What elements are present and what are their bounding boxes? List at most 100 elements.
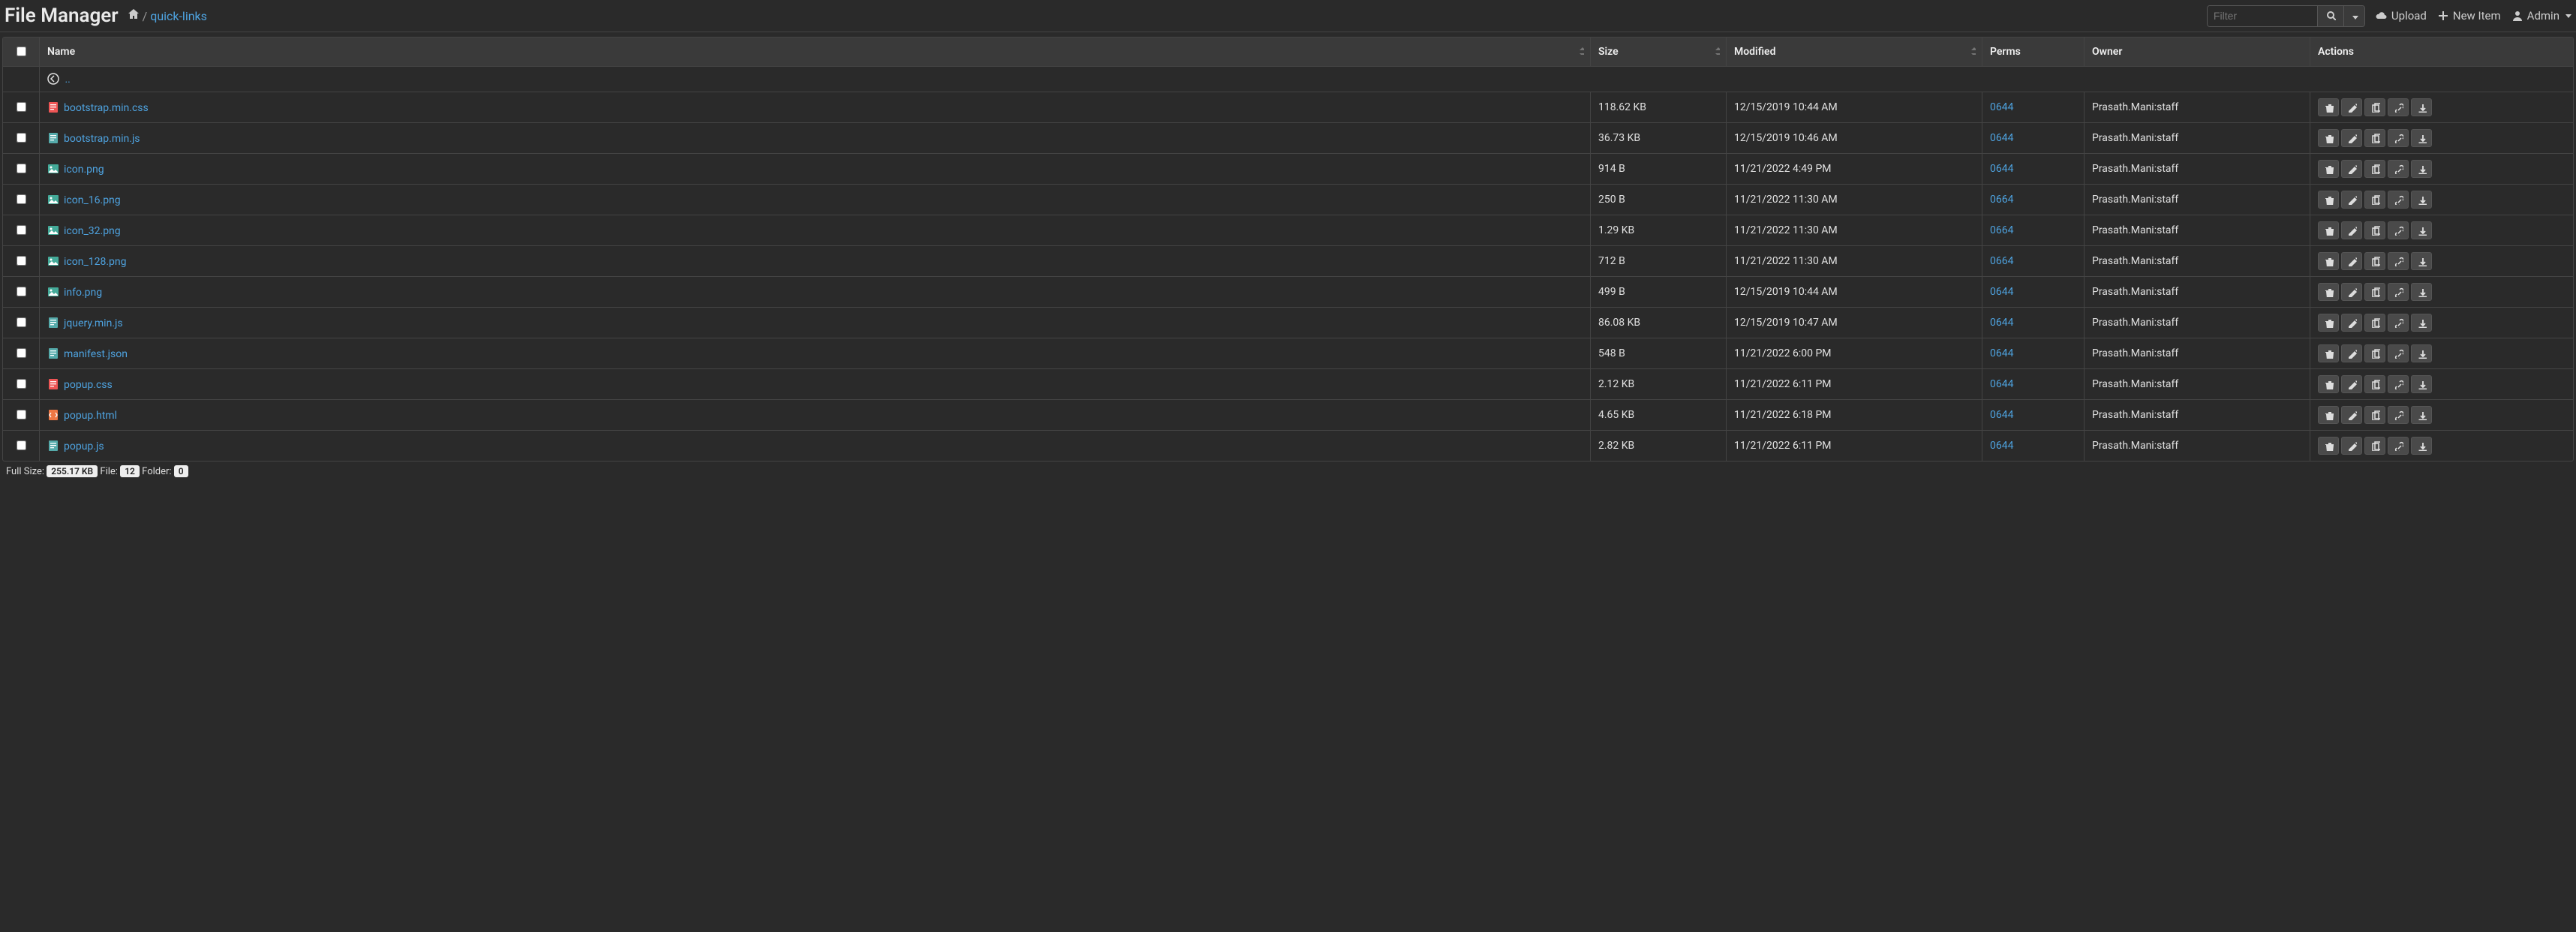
- delete-button[interactable]: [2318, 98, 2339, 116]
- delete-button[interactable]: [2318, 406, 2339, 424]
- rename-button[interactable]: [2341, 406, 2362, 424]
- copy-button[interactable]: [2364, 98, 2385, 116]
- delete-button[interactable]: [2318, 221, 2339, 239]
- file-perms[interactable]: 0644: [1990, 440, 2013, 452]
- row-checkbox[interactable]: [17, 317, 26, 327]
- search-input[interactable]: [2208, 6, 2317, 26]
- file-perms[interactable]: 0644: [1990, 347, 2013, 359]
- link-button[interactable]: [2388, 98, 2409, 116]
- delete-button[interactable]: [2318, 252, 2339, 270]
- file-link[interactable]: bootstrap.min.js: [64, 133, 140, 145]
- download-button[interactable]: [2411, 344, 2432, 362]
- file-perms[interactable]: 0644: [1990, 101, 2013, 113]
- file-perms[interactable]: 0644: [1990, 409, 2013, 421]
- link-button[interactable]: [2388, 252, 2409, 270]
- row-checkbox[interactable]: [17, 379, 26, 389]
- search-dropdown-toggle[interactable]: [2343, 6, 2364, 26]
- rename-button[interactable]: [2341, 437, 2362, 455]
- col-modified[interactable]: Modified: [1727, 38, 1982, 67]
- delete-button[interactable]: [2318, 191, 2339, 209]
- rename-button[interactable]: [2341, 98, 2362, 116]
- file-perms[interactable]: 0644: [1990, 317, 2013, 329]
- row-checkbox[interactable]: [17, 102, 26, 112]
- delete-button[interactable]: [2318, 129, 2339, 147]
- link-button[interactable]: [2388, 344, 2409, 362]
- link-button[interactable]: [2388, 129, 2409, 147]
- link-button[interactable]: [2388, 375, 2409, 393]
- delete-button[interactable]: [2318, 283, 2339, 301]
- row-checkbox[interactable]: [17, 164, 26, 173]
- file-link[interactable]: icon.png: [64, 164, 104, 176]
- link-button[interactable]: [2388, 283, 2409, 301]
- new-item-link[interactable]: New Item: [2437, 9, 2501, 23]
- parent-link[interactable]: ..: [65, 74, 70, 86]
- parent-row[interactable]: ..: [3, 67, 2573, 92]
- rename-button[interactable]: [2341, 314, 2362, 332]
- download-button[interactable]: [2411, 375, 2432, 393]
- file-link[interactable]: info.png: [64, 287, 102, 299]
- rename-button[interactable]: [2341, 252, 2362, 270]
- download-button[interactable]: [2411, 283, 2432, 301]
- file-perms[interactable]: 0644: [1990, 163, 2013, 175]
- rename-button[interactable]: [2341, 375, 2362, 393]
- rename-button[interactable]: [2341, 160, 2362, 178]
- rename-button[interactable]: [2341, 283, 2362, 301]
- col-name[interactable]: Name: [40, 38, 1591, 67]
- file-perms[interactable]: 0644: [1990, 132, 2013, 144]
- copy-button[interactable]: [2364, 375, 2385, 393]
- row-checkbox[interactable]: [17, 287, 26, 296]
- row-checkbox[interactable]: [17, 225, 26, 235]
- row-checkbox[interactable]: [17, 194, 26, 204]
- file-link[interactable]: bootstrap.min.css: [64, 102, 149, 114]
- row-checkbox[interactable]: [17, 133, 26, 143]
- file-perms[interactable]: 0664: [1990, 194, 2013, 206]
- copy-button[interactable]: [2364, 406, 2385, 424]
- link-button[interactable]: [2388, 160, 2409, 178]
- file-perms[interactable]: 0644: [1990, 286, 2013, 298]
- copy-button[interactable]: [2364, 344, 2385, 362]
- rename-button[interactable]: [2341, 221, 2362, 239]
- file-perms[interactable]: 0644: [1990, 378, 2013, 390]
- download-button[interactable]: [2411, 191, 2432, 209]
- delete-button[interactable]: [2318, 375, 2339, 393]
- row-checkbox[interactable]: [17, 440, 26, 450]
- download-button[interactable]: [2411, 437, 2432, 455]
- copy-button[interactable]: [2364, 191, 2385, 209]
- file-link[interactable]: popup.js: [64, 440, 104, 452]
- link-button[interactable]: [2388, 437, 2409, 455]
- file-link[interactable]: jquery.min.js: [64, 317, 123, 329]
- download-button[interactable]: [2411, 252, 2432, 270]
- col-size[interactable]: Size: [1591, 38, 1727, 67]
- download-button[interactable]: [2411, 406, 2432, 424]
- download-button[interactable]: [2411, 314, 2432, 332]
- breadcrumb-home[interactable]: [128, 8, 140, 23]
- row-checkbox[interactable]: [17, 348, 26, 358]
- download-button[interactable]: [2411, 221, 2432, 239]
- row-checkbox[interactable]: [17, 256, 26, 266]
- search-button[interactable]: [2317, 6, 2343, 26]
- file-link[interactable]: icon_128.png: [64, 256, 127, 268]
- select-all-checkbox[interactable]: [17, 47, 26, 56]
- file-link[interactable]: manifest.json: [64, 348, 128, 360]
- copy-button[interactable]: [2364, 437, 2385, 455]
- copy-button[interactable]: [2364, 221, 2385, 239]
- admin-menu[interactable]: Admin: [2511, 9, 2571, 23]
- download-button[interactable]: [2411, 98, 2432, 116]
- copy-button[interactable]: [2364, 160, 2385, 178]
- link-button[interactable]: [2388, 221, 2409, 239]
- delete-button[interactable]: [2318, 160, 2339, 178]
- copy-button[interactable]: [2364, 314, 2385, 332]
- link-button[interactable]: [2388, 406, 2409, 424]
- file-perms[interactable]: 0664: [1990, 224, 2013, 236]
- file-perms[interactable]: 0664: [1990, 255, 2013, 267]
- file-link[interactable]: icon_32.png: [64, 225, 121, 237]
- link-button[interactable]: [2388, 314, 2409, 332]
- upload-link[interactable]: Upload: [2376, 9, 2427, 23]
- delete-button[interactable]: [2318, 314, 2339, 332]
- copy-button[interactable]: [2364, 252, 2385, 270]
- copy-button[interactable]: [2364, 129, 2385, 147]
- file-link[interactable]: popup.css: [64, 379, 113, 391]
- breadcrumb-current[interactable]: quick-links: [150, 9, 207, 23]
- rename-button[interactable]: [2341, 129, 2362, 147]
- rename-button[interactable]: [2341, 191, 2362, 209]
